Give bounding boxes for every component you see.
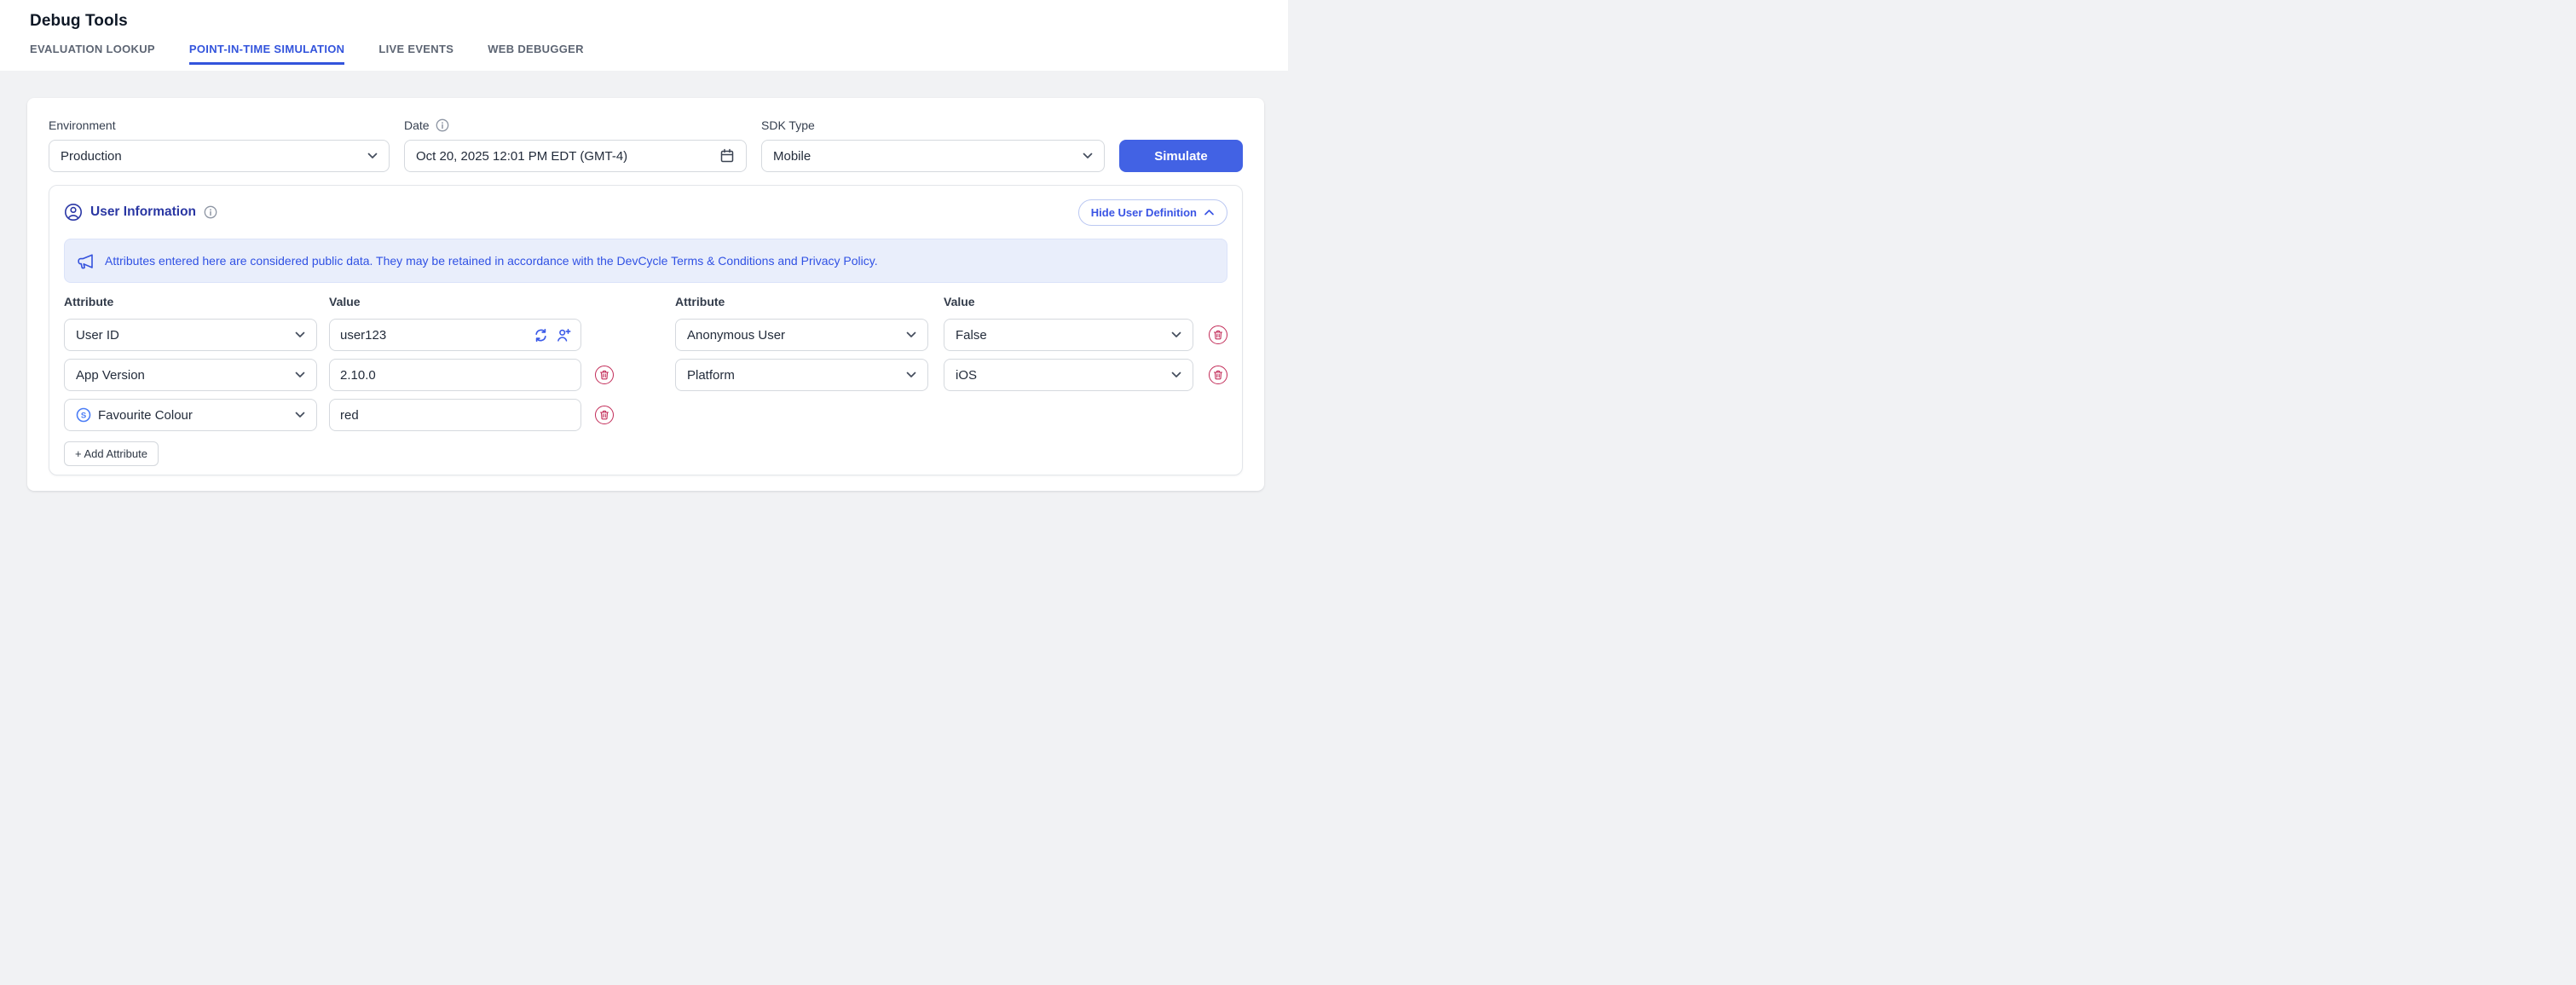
- attribute-row-2: App Version Platform: [64, 359, 1227, 391]
- sdk-type-group: SDK Type Mobile: [761, 118, 1105, 172]
- user-information-title: User Information: [90, 204, 196, 220]
- refresh-icon[interactable]: [534, 328, 548, 343]
- user-information-header: User Information Hide User Definition: [64, 186, 1227, 239]
- chevron-up-icon: [1204, 209, 1215, 216]
- user-information-section: User Information Hide User Definition At…: [49, 185, 1243, 475]
- app-version-attribute-value: App Version: [76, 368, 145, 383]
- delete-row-button[interactable]: [595, 406, 614, 424]
- environment-value: Production: [61, 149, 122, 164]
- simulate-button[interactable]: Simulate: [1119, 140, 1243, 172]
- environment-group: Environment Production: [49, 118, 390, 172]
- value-column-header: Value: [944, 295, 1193, 308]
- sdk-type-label: SDK Type: [761, 118, 1105, 133]
- date-label-row: Date: [404, 118, 747, 133]
- tab-point-in-time-simulation[interactable]: POINT-IN-TIME SIMULATION: [189, 43, 344, 65]
- app-version-value-input[interactable]: [329, 359, 581, 391]
- attribute-column-header: Attribute: [64, 295, 317, 308]
- chevron-down-icon: [295, 412, 305, 418]
- attribute-row-1: User ID Anonymous User: [64, 319, 1227, 351]
- date-picker[interactable]: Oct 20, 2025 12:01 PM EDT (GMT-4): [404, 140, 747, 172]
- info-icon[interactable]: [204, 205, 217, 219]
- trash-icon: [1213, 330, 1223, 340]
- s-badge-icon: S: [76, 407, 91, 423]
- delete-row-button[interactable]: [595, 366, 614, 384]
- platform-value: iOS: [956, 368, 977, 383]
- info-icon[interactable]: [436, 118, 449, 132]
- add-attribute-button[interactable]: + Add Attribute: [64, 441, 159, 466]
- tab-bar: EVALUATION LOOKUP POINT-IN-TIME SIMULATI…: [30, 43, 1288, 65]
- anonymous-user-attribute-value: Anonymous User: [687, 328, 785, 343]
- anonymous-user-value-select[interactable]: False: [944, 319, 1193, 351]
- trash-icon: [599, 370, 609, 380]
- chevron-down-icon: [1171, 372, 1181, 378]
- chevron-down-icon: [295, 372, 305, 378]
- user-plus-icon[interactable]: [557, 328, 571, 343]
- anonymous-user-value: False: [956, 328, 987, 343]
- anonymous-user-attribute-select[interactable]: Anonymous User: [675, 319, 928, 351]
- sdk-type-select[interactable]: Mobile: [761, 140, 1105, 172]
- platform-attribute-select[interactable]: Platform: [675, 359, 928, 391]
- favourite-colour-attribute-value: Favourite Colour: [98, 408, 193, 423]
- sdk-type-value: Mobile: [773, 149, 811, 164]
- environment-select[interactable]: Production: [49, 140, 390, 172]
- attribute-column-header: Attribute: [675, 295, 928, 308]
- tab-evaluation-lookup[interactable]: EVALUATION LOOKUP: [30, 43, 155, 65]
- date-group: Date Oct 20, 2025 12:01 PM EDT (GMT-4): [404, 118, 747, 172]
- public-data-banner-text: Attributes entered here are considered p…: [105, 254, 878, 268]
- tab-web-debugger[interactable]: WEB DEBUGGER: [488, 43, 584, 65]
- chevron-down-icon: [295, 331, 305, 338]
- chevron-down-icon: [1083, 153, 1093, 159]
- trash-icon: [1213, 370, 1223, 380]
- date-label: Date: [404, 118, 430, 132]
- user-id-attribute-select[interactable]: User ID: [64, 319, 317, 351]
- environment-label: Environment: [49, 118, 390, 133]
- platform-value-select[interactable]: iOS: [944, 359, 1193, 391]
- user-circle-icon: [64, 203, 83, 222]
- page-title: Debug Tools: [30, 0, 1288, 31]
- user-id-value-wrap: [329, 319, 581, 351]
- delete-row-button[interactable]: [1209, 325, 1227, 344]
- favourite-colour-attribute-select[interactable]: S Favourite Colour: [64, 399, 317, 431]
- megaphone-icon: [77, 252, 95, 270]
- chevron-down-icon: [906, 372, 916, 378]
- attribute-grid-headers: Attribute Value Attribute Value: [64, 295, 1227, 308]
- calendar-icon[interactable]: [719, 148, 735, 164]
- user-id-attribute-value: User ID: [76, 328, 119, 343]
- hide-user-definition-button[interactable]: Hide User Definition: [1078, 199, 1227, 226]
- trash-icon: [599, 410, 609, 420]
- platform-attribute-value: Platform: [687, 368, 735, 383]
- simulation-controls: Environment Production Date Oct 20, 2025…: [49, 118, 1243, 172]
- date-value: Oct 20, 2025 12:01 PM EDT (GMT-4): [416, 149, 627, 164]
- attribute-row-3: S Favourite Colour: [64, 399, 1227, 431]
- tab-live-events[interactable]: LIVE EVENTS: [378, 43, 453, 65]
- svg-text:S: S: [81, 411, 86, 420]
- public-data-banner: Attributes entered here are considered p…: [64, 239, 1227, 283]
- simulation-panel: Environment Production Date Oct 20, 2025…: [27, 98, 1264, 491]
- value-column-header: Value: [329, 295, 581, 308]
- favourite-colour-value-input[interactable]: [329, 399, 581, 431]
- chevron-down-icon: [1171, 331, 1181, 338]
- hide-user-definition-label: Hide User Definition: [1091, 206, 1197, 219]
- chevron-down-icon: [906, 331, 916, 338]
- delete-row-button[interactable]: [1209, 366, 1227, 384]
- chevron-down-icon: [367, 153, 378, 159]
- page-header: Debug Tools EVALUATION LOOKUP POINT-IN-T…: [0, 0, 1288, 71]
- app-version-attribute-select[interactable]: App Version: [64, 359, 317, 391]
